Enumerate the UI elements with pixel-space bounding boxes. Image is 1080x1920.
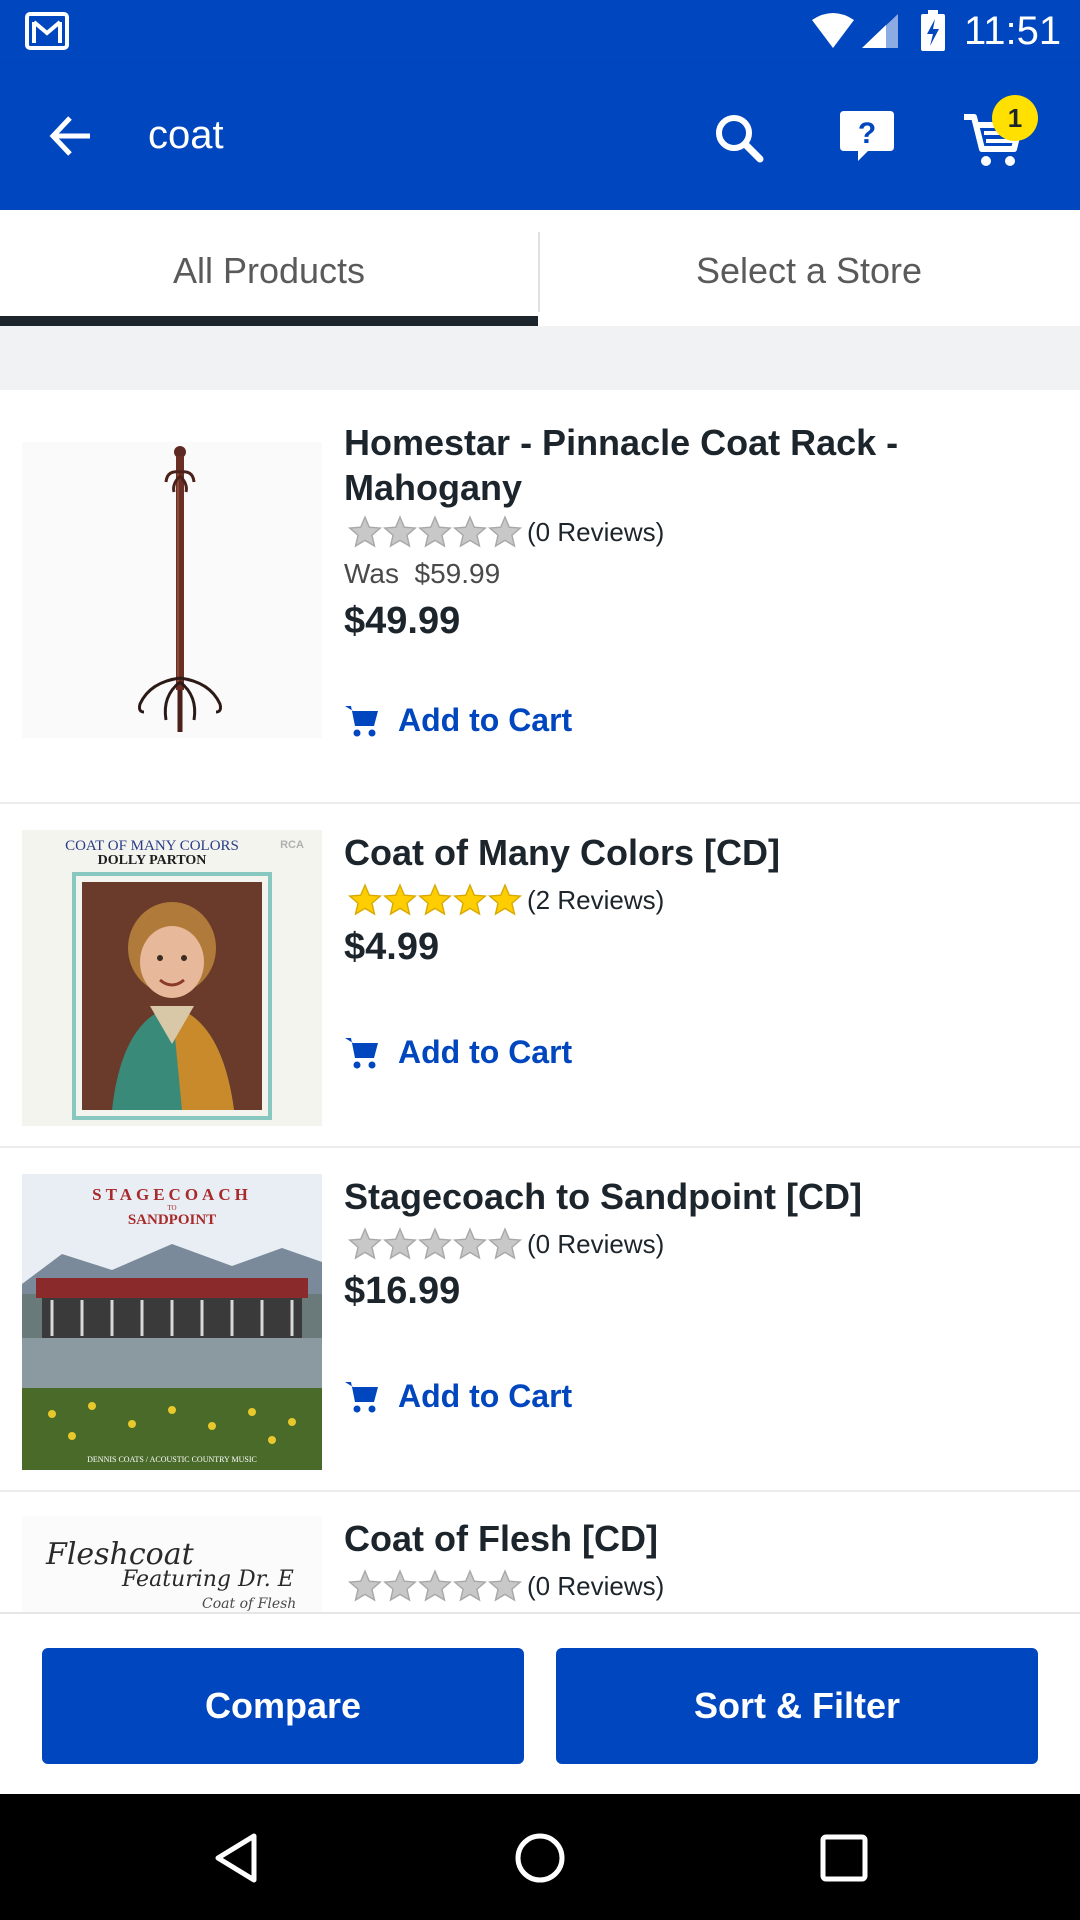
product-item-coat-of-flesh[interactable]: Fleshcoat Featuring Dr. E Coat of Flesh …: [0, 1492, 1080, 1612]
cart-icon: [345, 1382, 378, 1413]
star-filled-icon: [453, 883, 487, 916]
nav-recents-icon[interactable]: [818, 1832, 870, 1884]
star-rating-0: [348, 515, 523, 549]
star-empty-icon: [453, 1227, 487, 1260]
star-empty-icon: [488, 1569, 522, 1602]
star-empty-icon: [453, 515, 487, 548]
tab-select-a-store[interactable]: Select a Store: [540, 210, 1078, 326]
product-title[interactable]: Stagecoach to Sandpoint [CD]: [344, 1174, 1044, 1219]
review-count[interactable]: (0 Reviews): [527, 1571, 664, 1602]
album-art-line2: Featuring Dr. E: [121, 1567, 294, 1592]
product-title[interactable]: Coat of Many Colors [CD]: [344, 830, 1044, 875]
battery-charging-icon: [921, 10, 945, 51]
album-art-to: TO: [167, 1204, 176, 1212]
star-empty-icon: [418, 1569, 452, 1602]
album-art-label: RCA: [280, 839, 304, 851]
review-count[interactable]: (0 Reviews): [527, 517, 664, 548]
add-to-cart-button[interactable]: Add to Cart: [344, 1374, 572, 1418]
add-to-cart-label: Add to Cart: [398, 1377, 573, 1414]
status-time: 11:51: [964, 9, 1062, 53]
product-image[interactable]: COAT OF MANY COLORS DOLLY PARTON RCA: [22, 830, 322, 1126]
star-empty-icon: [348, 1227, 382, 1260]
gmail-icon: [25, 12, 69, 50]
star-filled-icon: [418, 883, 452, 916]
app-header: coat ? 1: [0, 63, 1080, 210]
add-to-cart-button[interactable]: Add to Cart: [344, 698, 572, 742]
result-tabs: All Products Select a Store: [0, 210, 1080, 326]
product-rating: (0 Reviews): [348, 1226, 664, 1262]
star-filled-icon: [383, 883, 417, 916]
sort-filter-button[interactable]: Sort & Filter: [556, 1648, 1038, 1764]
star-rating-0: [348, 1569, 523, 1603]
star-empty-icon: [453, 1569, 487, 1602]
star-rating-5: [348, 883, 523, 917]
was-price: $59.99: [414, 558, 501, 589]
album-art-title: COAT OF MANY COLORS: [65, 838, 239, 854]
help-icon[interactable]: ?: [838, 109, 896, 165]
svg-text:?: ?: [858, 117, 876, 150]
product-price: $49.99: [344, 600, 461, 642]
product-rating: (2 Reviews): [348, 882, 664, 918]
signal-icon: [862, 14, 898, 48]
star-empty-icon: [418, 1227, 452, 1260]
system-nav-bar: [0, 1794, 1080, 1920]
star-rating-0: [348, 1227, 523, 1261]
add-to-cart-label: Add to Cart: [398, 1033, 573, 1070]
was-label: Was: [344, 558, 399, 589]
product-image[interactable]: Fleshcoat Featuring Dr. E Coat of Flesh: [22, 1516, 322, 1612]
review-count[interactable]: (2 Reviews): [527, 885, 664, 916]
product-item-coat-of-many-colors[interactable]: COAT OF MANY COLORS DOLLY PARTON RCA Coa…: [0, 804, 1080, 1148]
cart-icon: [345, 1038, 378, 1069]
list-spacer: [0, 326, 1080, 390]
star-empty-icon: [418, 515, 452, 548]
product-price: $16.99: [344, 1270, 461, 1312]
add-to-cart-label: Add to Cart: [398, 701, 573, 738]
compare-button[interactable]: Compare: [42, 1648, 524, 1764]
star-empty-icon: [488, 515, 522, 548]
product-image[interactable]: [22, 442, 322, 738]
back-arrow-icon[interactable]: [46, 111, 96, 161]
nav-home-icon[interactable]: [514, 1832, 566, 1884]
star-empty-icon: [348, 515, 382, 548]
product-rating: (0 Reviews): [348, 514, 664, 550]
status-bar: 11:51: [0, 0, 1080, 63]
album-art-artist: DOLLY PARTON: [98, 853, 207, 868]
selected-tab-indicator: [0, 316, 538, 326]
cart-icon: [345, 706, 378, 737]
add-to-cart-button[interactable]: Add to Cart: [344, 1030, 572, 1074]
album-art-footer: DENNIS COATS / ACOUSTIC COUNTRY MUSIC: [87, 1455, 257, 1464]
album-art-title: STAGECOACH: [92, 1185, 252, 1204]
star-empty-icon: [383, 515, 417, 548]
bottom-action-bar: Compare Sort & Filter: [0, 1612, 1080, 1794]
product-item-stagecoach-to-sandpoint[interactable]: STAGECOACH TO SANDPOINT DENNIS COATS / A…: [0, 1148, 1080, 1492]
star-empty-icon: [383, 1227, 417, 1260]
search-icon[interactable]: [712, 111, 766, 165]
wifi-icon: [812, 13, 854, 48]
nav-back-icon[interactable]: [212, 1832, 264, 1884]
star-filled-icon: [488, 883, 522, 916]
product-title[interactable]: Homestar - Pinnacle Coat Rack - Mahogany: [344, 420, 1044, 510]
cart-count-badge: 1: [992, 95, 1038, 141]
was-price-row: Was $59.99: [344, 558, 500, 590]
review-count[interactable]: (0 Reviews): [527, 1229, 664, 1260]
product-title[interactable]: Coat of Flesh [CD]: [344, 1516, 1044, 1561]
product-price: $4.99: [344, 926, 440, 968]
album-art-line3: Coat of Flesh: [202, 1596, 296, 1612]
product-item-coat-rack[interactable]: Homestar - Pinnacle Coat Rack - Mahogany…: [0, 390, 1080, 804]
album-art-subtitle: SANDPOINT: [128, 1212, 216, 1228]
tab-all-products[interactable]: All Products: [0, 210, 538, 326]
star-empty-icon: [383, 1569, 417, 1602]
product-rating: (0 Reviews): [348, 1568, 664, 1604]
product-image[interactable]: STAGECOACH TO SANDPOINT DENNIS COATS / A…: [22, 1174, 322, 1470]
star-empty-icon: [348, 1569, 382, 1602]
star-filled-icon: [348, 883, 382, 916]
star-empty-icon: [488, 1227, 522, 1260]
search-query-field[interactable]: coat: [148, 111, 224, 159]
